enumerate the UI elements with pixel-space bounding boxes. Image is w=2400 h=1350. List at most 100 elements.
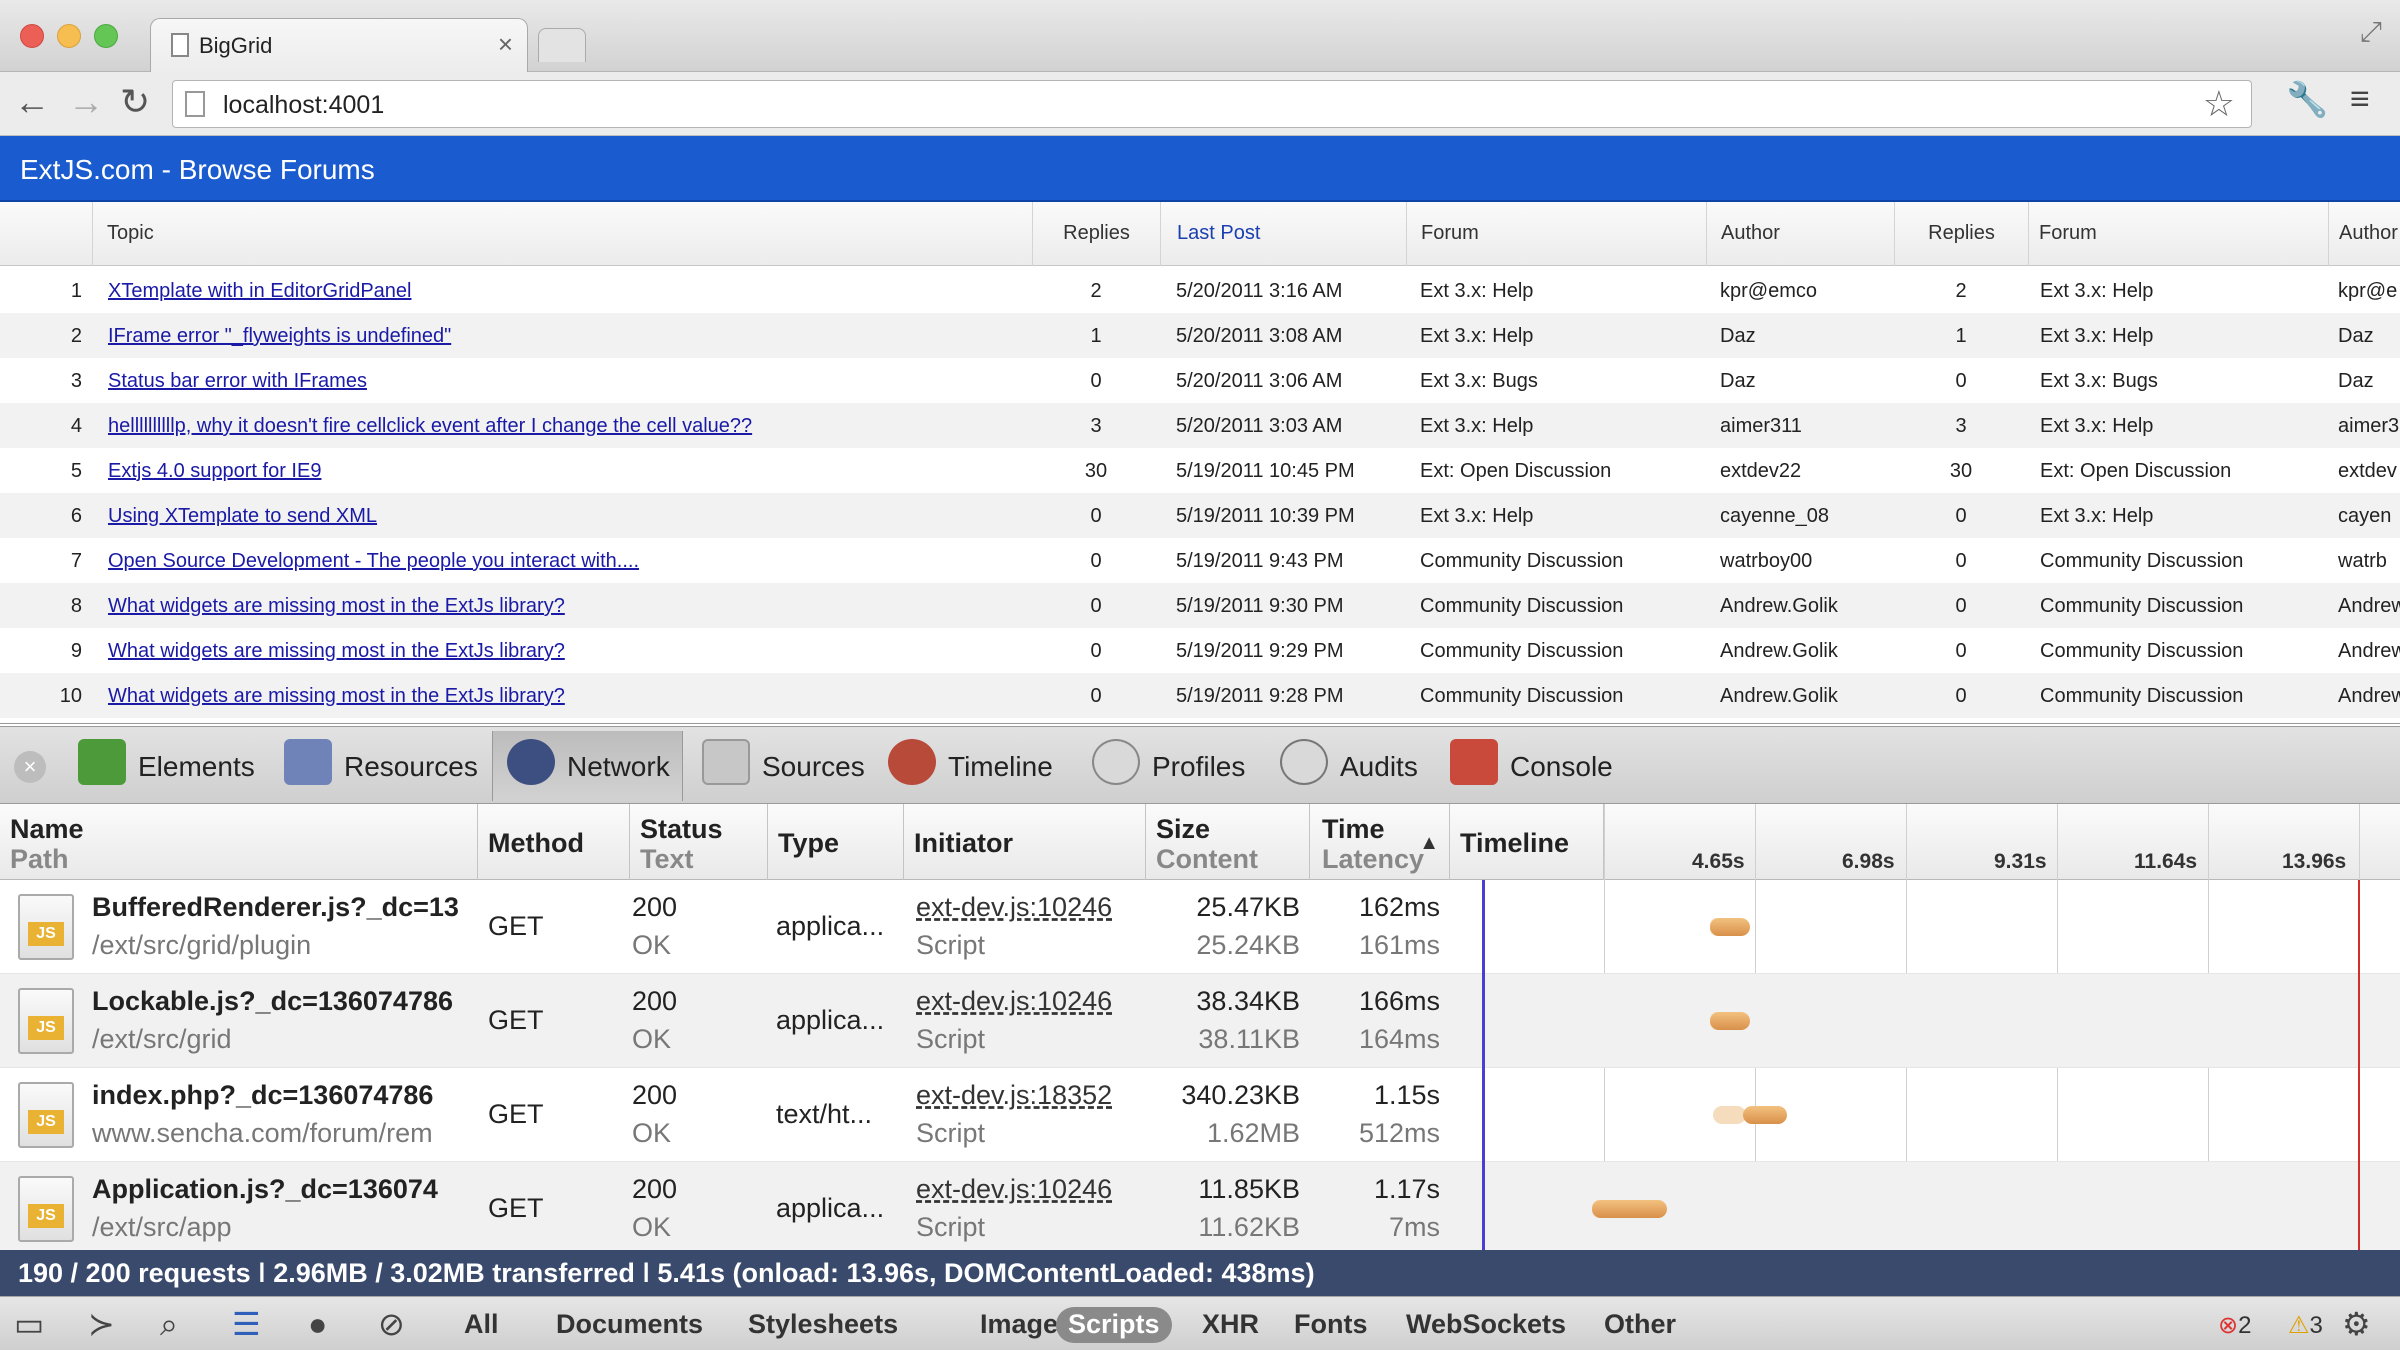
close-tab-icon[interactable]: × [498, 29, 513, 60]
tab-profiles[interactable]: Profiles [1092, 731, 1245, 801]
error-count[interactable]: ⊗2 [2218, 1311, 2251, 1340]
filter-documents[interactable]: Documents [544, 1307, 715, 1343]
table-row[interactable]: 2 IFrame error "_flyweights is undefined"… [0, 313, 2400, 358]
grid-cell-forum: Ext 3.x: Help [1420, 505, 1534, 527]
request-initiator[interactable]: ext-dev.js:10246 [916, 888, 1138, 926]
column-header-initiator[interactable]: Initiator [904, 804, 1146, 880]
filter-websockets[interactable]: WebSockets [1394, 1307, 1578, 1343]
browser-tab[interactable]: BigGrid × [150, 18, 528, 74]
request-status-text: OK [632, 930, 672, 960]
request-initiator[interactable]: ext-dev.js:10246 [916, 1170, 1138, 1208]
column-header-author-2[interactable]: Author [2328, 202, 2400, 266]
close-devtools-icon[interactable]: × [14, 751, 46, 783]
js-file-icon: JS [18, 1176, 74, 1242]
column-header-last-post[interactable]: Last Post [1160, 202, 1406, 266]
js-file-icon: JS [18, 988, 74, 1054]
minimize-window-button[interactable] [57, 24, 81, 48]
grid-cell-author: Andrew.Golik [1720, 595, 1838, 617]
filter-other[interactable]: Other [1592, 1307, 1688, 1343]
timing-bar[interactable] [1709, 918, 1750, 936]
forward-icon[interactable]: → [68, 80, 104, 124]
tab-elements[interactable]: Elements [78, 731, 255, 801]
new-tab-button[interactable] [538, 28, 586, 62]
topic-link[interactable]: What widgets are missing most in the Ext… [108, 595, 1028, 618]
network-request-row[interactable]: JS Lockable.js?_dc=136074786/ext/src/grid… [0, 974, 2400, 1068]
list-view-icon[interactable]: ☰ [232, 1307, 261, 1341]
back-icon[interactable]: ← [14, 80, 50, 124]
forum-grid: Topic Replies Last Post Forum Author Rep… [0, 202, 2400, 724]
wrench-icon[interactable]: 🔧 [2286, 80, 2328, 120]
network-request-row[interactable]: JS index.php?_dc=136074786 www.sencha.com/… [0, 1068, 2400, 1162]
tab-resources[interactable]: Resources [284, 731, 478, 801]
reload-icon[interactable]: ↻ [120, 80, 150, 124]
bookmark-star-icon[interactable]: ☆ [2203, 83, 2235, 125]
topic-link[interactable]: What widgets are missing most in the Ext… [108, 640, 1028, 663]
settings-gear-icon[interactable]: ⚙ [2342, 1307, 2371, 1341]
topic-link[interactable]: Using XTemplate to send XML [108, 505, 1028, 528]
tab-console[interactable]: Console [1450, 731, 1613, 801]
column-header-time[interactable]: Time Latency ▲ [1310, 804, 1450, 880]
column-header-replies[interactable]: Replies [1032, 202, 1160, 266]
timing-bar[interactable] [1591, 1200, 1668, 1218]
topic-link[interactable]: Open Source Development - The people you… [108, 550, 1028, 573]
topic-link[interactable]: Status bar error with IFrames [108, 370, 1028, 393]
timing-bar[interactable] [1742, 1106, 1788, 1124]
request-status: 200 [632, 986, 678, 1016]
table-row[interactable]: 1 XTemplate with in EditorGridPanel 2 5/20/… [0, 268, 2400, 313]
request-name: index.php?_dc=136074786 [92, 1080, 434, 1110]
table-row[interactable]: 5 Extjs 4.0 support for IE9 30 5/19/2011 10… [0, 448, 2400, 493]
tab-sources[interactable]: Sources [702, 731, 865, 801]
topic-link[interactable]: Extjs 4.0 support for IE9 [108, 460, 1028, 483]
fullscreen-icon[interactable]: ⤢ [2360, 16, 2382, 49]
request-initiator[interactable]: ext-dev.js:10246 [916, 982, 1138, 1020]
tab-audits[interactable]: Audits [1280, 731, 1418, 801]
grid-cell-last-post: 5/19/2011 9:29 PM [1176, 640, 1344, 662]
column-header-topic[interactable]: Topic [92, 202, 1032, 266]
column-header-replies-2[interactable]: Replies [1894, 202, 2028, 266]
table-row[interactable]: 4 hellllllllllp, why it doesn't fire cell… [0, 403, 2400, 448]
clear-icon[interactable]: ⊘ [378, 1307, 405, 1341]
address-bar[interactable]: localhost:4001 ☆ [172, 80, 2252, 128]
topic-link[interactable]: IFrame error "_flyweights is undefined" [108, 325, 1028, 348]
tab-timeline[interactable]: Timeline [888, 731, 1053, 801]
column-header-forum-2[interactable]: Forum [2028, 202, 2328, 266]
column-header-size[interactable]: Size Content [1146, 804, 1310, 880]
column-header-forum[interactable]: Forum [1406, 202, 1706, 266]
column-header-name[interactable]: Name Path [0, 804, 478, 880]
column-header-timeline[interactable]: Timeline [1450, 804, 1604, 880]
table-row[interactable]: 3 Status bar error with IFrames 0 5/20/2011… [0, 358, 2400, 403]
record-icon[interactable]: ● [308, 1307, 327, 1341]
grid-cell-replies2: 0 [1955, 370, 1967, 392]
table-row[interactable]: 7 Open Source Development - The people yo… [0, 538, 2400, 583]
topic-link[interactable]: XTemplate with in EditorGridPanel [108, 280, 1028, 303]
warning-count[interactable]: ⚠3 [2288, 1311, 2323, 1340]
topic-link[interactable]: What widgets are missing most in the Ext… [108, 685, 1028, 708]
column-header-type[interactable]: Type [768, 804, 904, 880]
filter-fonts[interactable]: Fonts [1282, 1307, 1380, 1343]
filter-xhr[interactable]: XHR [1190, 1307, 1271, 1343]
table-row[interactable]: 8 What widgets are missing most in the Ex… [0, 583, 2400, 628]
table-row[interactable]: 10 What widgets are missing most in the E… [0, 673, 2400, 718]
search-icon[interactable]: ⌕ [160, 1307, 178, 1341]
dock-icon[interactable]: ▭ [14, 1307, 44, 1341]
filter-all[interactable]: All [452, 1307, 511, 1343]
network-request-row[interactable]: JS Application.js?_dc=136074/ext/src/app G… [0, 1162, 2400, 1256]
table-row[interactable]: 6 Using XTemplate to send XML 0 5/19/2011 1… [0, 493, 2400, 538]
network-request-row[interactable]: JS BufferedRenderer.js?_dc=13/ext/src/gri… [0, 880, 2400, 974]
filter-scripts[interactable]: Scripts [1056, 1307, 1172, 1343]
column-header-author[interactable]: Author [1706, 202, 1894, 266]
menu-icon[interactable]: ≡ [2350, 80, 2370, 119]
topic-link[interactable]: hellllllllllp, why it doesn't fire cellc… [108, 415, 1028, 438]
grid-cell-n: 5 [70, 460, 82, 482]
zoom-window-button[interactable] [94, 24, 118, 48]
tab-network[interactable]: Network [492, 731, 683, 801]
table-row[interactable]: 9 What widgets are missing most in the Ex… [0, 628, 2400, 673]
close-window-button[interactable] [20, 24, 44, 48]
request-initiator[interactable]: ext-dev.js:18352 [916, 1076, 1138, 1114]
timing-bar[interactable] [1709, 1012, 1750, 1030]
column-header-method[interactable]: Method [478, 804, 630, 880]
console-drawer-icon[interactable]: ≻ [88, 1307, 115, 1341]
filter-stylesheets[interactable]: Stylesheets [736, 1307, 910, 1343]
network-icon [507, 738, 555, 785]
column-header-status[interactable]: Status Text [630, 804, 768, 880]
